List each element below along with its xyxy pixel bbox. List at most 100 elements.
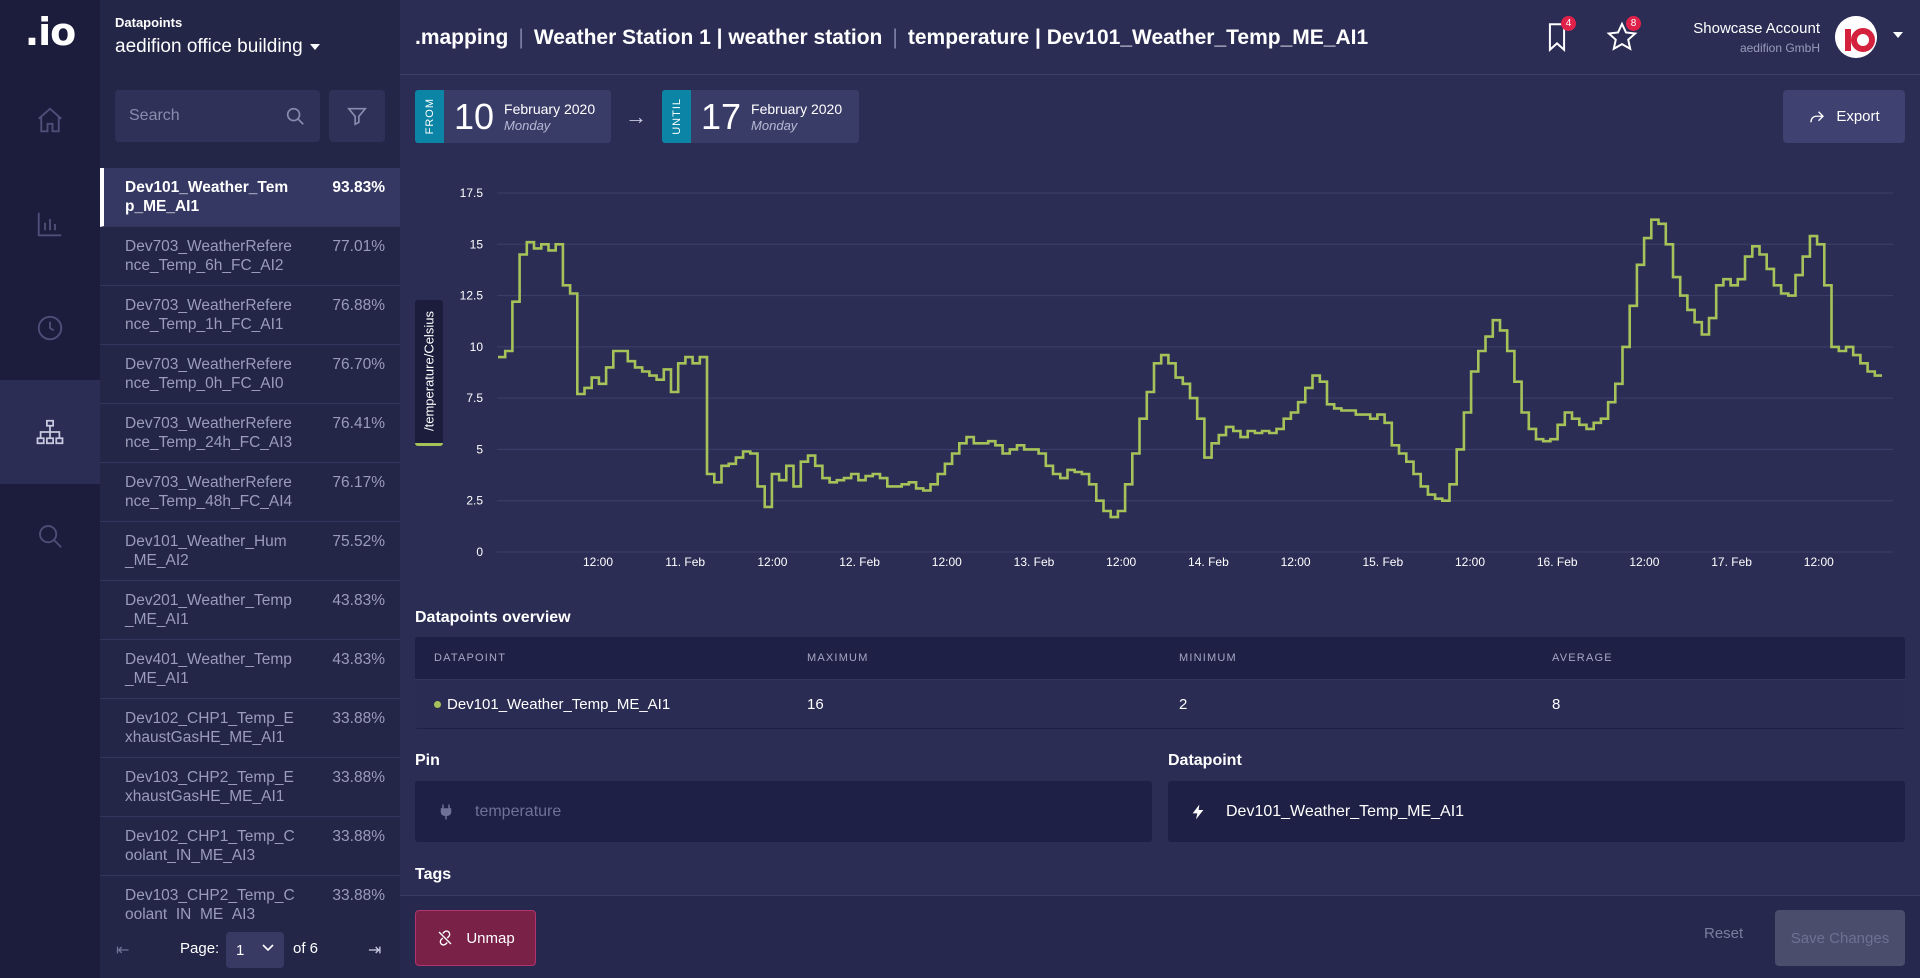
list-item[interactable]: Dev401_Weather_Temp_ME_AI1 43.83% [100,640,400,699]
avatar-logo-icon [1835,16,1877,58]
nav-search[interactable] [0,484,100,588]
datapoint-name: Dev103_CHP2_Temp_Coolant_IN_ME_AI3 [125,887,295,921]
list-item[interactable]: Dev103_CHP2_Temp_ExhaustGasHE_ME_AI1 33.8… [100,758,400,817]
temperature-chart[interactable]: 0 2.5 5 7.5 10 12.5 15 17.5 12:00 11. Feb 12:00 12.… [415,178,1905,578]
breadcrumb-component[interactable]: Weather Station 1 | weather station [534,26,883,50]
until-month: February 2020 [751,100,843,117]
search-icon[interactable] [284,105,306,127]
home-icon [38,107,62,133]
from-month: February 2020 [504,100,596,117]
datapoint-score: 76.41% [332,415,385,432]
clock-icon [37,315,63,341]
list-item[interactable]: Dev703_WeatherReference_Temp_48h_FC_AI4 7… [100,463,400,522]
arrow-right-icon: → [625,104,647,129]
y-axis-label: /temperature/Celsius [415,300,443,446]
first-page-icon[interactable]: ⇤ [116,940,129,960]
unmap-button[interactable]: Unmap [415,910,536,966]
y-tick-label: 17.5 [460,186,484,200]
table-header: DATAPOINT MAXIMUM MINIMUM AVERAGE [415,637,1905,680]
datapoint-label: Datapoint [1168,752,1242,769]
building-selector[interactable]: aedifion office building [115,36,321,58]
list-item[interactable]: Dev703_WeatherReference_Temp_6h_FC_AI2 77… [100,227,400,286]
min-cell: 2 [1179,695,1188,713]
bookmarks-badge: 4 [1561,16,1576,31]
until-date-text: February 2020 Monday [751,101,842,133]
export-button[interactable]: Export [1783,90,1905,143]
datapoint-name: Dev703_WeatherReference_Temp_48h_FC_AI4 [125,474,293,510]
datapoint-panel: Datapoints aedifion office building Dev1… [100,0,400,978]
page-select[interactable]: 1 [226,932,284,968]
y-tick-label: 2.5 [466,494,483,508]
datapoint-score: 33.88% [332,887,385,904]
x-tick-label: 13. Feb [1014,555,1055,569]
breadcrumb-mapping[interactable]: .mapping [415,26,508,50]
plug-icon [440,804,452,819]
list-item[interactable]: Dev102_CHP1_Temp_ExhaustGasHE_ME_AI1 33.8… [100,699,400,758]
bookmarks-button[interactable]: 4 [1540,16,1576,54]
from-date-text: February 2020 Monday [504,101,595,133]
export-label: Export [1836,108,1880,125]
last-page-icon[interactable]: ⇥ [368,940,381,960]
datapoint-name: Dev102_CHP1_Temp_Coolant_IN_ME_AI3 [125,828,295,864]
search-icon [39,525,62,548]
datapoint-name: Dev201_Weather_Temp_ME_AI1 [125,592,292,628]
datapoint-name: Dev101_Weather_Hum_ME_AI2 [125,533,287,569]
datapoint-score: 76.17% [332,474,385,491]
list-item[interactable]: Dev703_WeatherReference_Temp_0h_FC_AI0 76… [100,345,400,404]
list-item[interactable]: Dev101_Weather_Hum_ME_AI2 75.52% [100,522,400,581]
x-tick-label: 11. Feb [665,555,705,569]
nav-home[interactable] [0,68,100,172]
save-changes-button[interactable]: Save Changes [1775,910,1905,966]
datapoint-score: 77.01% [332,238,385,255]
pagination: ⇤ Page: 1 of 6 ⇥ [100,928,400,972]
datapoint-list: Dev101_Weather_Temp_ME_AI1 93.83% Dev703_W… [100,168,400,921]
x-tick-label: 12. Feb [839,555,880,569]
list-item[interactable]: Dev102_CHP1_Temp_Coolant_IN_ME_AI3 33.88% [100,817,400,876]
list-item[interactable]: Dev201_Weather_Temp_ME_AI1 43.83% [100,581,400,640]
app-logo[interactable]: .io [0,10,100,54]
x-tick-label: 12:00 [1281,555,1311,569]
nav-mapping[interactable] [0,380,100,484]
page-header: .mapping | Weather Station 1 | weather s… [400,0,1920,75]
x-tick-label: 17. Feb [1711,555,1752,569]
x-tick-label: 12:00 [1629,555,1659,569]
datapoint-name: Dev101_Weather_Temp_ME_AI1 [125,179,289,215]
share-icon [1810,110,1825,122]
breadcrumb-pin: temperature | Dev101_Weather_Temp_ME_AI1 [907,26,1369,49]
reset-button[interactable]: Reset [1704,925,1743,942]
nav-history[interactable] [0,276,100,380]
y-tick-label: 15 [470,237,484,251]
list-item[interactable]: Dev703_WeatherReference_Temp_24h_FC_AI3 7… [100,404,400,463]
account-org: aedifion GmbH [1739,41,1820,55]
page-total: of 6 [293,940,319,957]
y-tick-label: 12.5 [460,289,484,303]
series-line [498,218,1882,519]
datapoint-score: 76.88% [332,297,385,314]
datapoint-score: 43.83% [332,592,385,609]
unlink-icon [438,930,452,946]
overview-table: DATAPOINT MAXIMUM MINIMUM AVERAGE Dev101… [415,637,1905,729]
x-tick-label: 12:00 [583,555,613,569]
search-input[interactable] [129,107,269,125]
y-axis-label-text: /temperature/Celsius [421,311,437,432]
datapoint-field[interactable]: Dev101_Weather_Temp_ME_AI1 [1168,781,1905,842]
hierarchy-icon [36,419,64,445]
filter-button[interactable] [329,90,385,142]
list-item[interactable]: Dev103_CHP2_Temp_Coolant_IN_ME_AI3 33.88% [100,876,400,921]
avatar[interactable] [1835,16,1877,58]
until-date[interactable]: UNTIL 17 February 2020 Monday [662,90,859,143]
search-box [115,90,320,142]
list-item[interactable]: Dev101_Weather_Temp_ME_AI1 93.83% [100,168,400,227]
datapoint-name: Dev103_CHP2_Temp_ExhaustGasHE_ME_AI1 [125,769,294,805]
from-date[interactable]: FROM 10 February 2020 Monday [415,90,611,143]
datapoint-score: 75.52% [332,533,385,550]
favorites-button[interactable]: 8 [1605,16,1641,54]
x-tick-label: 12:00 [1106,555,1136,569]
list-item[interactable]: Dev703_WeatherReference_Temp_1h_FC_AI1 76… [100,286,400,345]
account-info[interactable]: Showcase Account aedifion GmbH [1693,20,1820,55]
breadcrumb-separator: | [518,26,524,49]
page-current: 1 [236,941,245,959]
pin-field[interactable]: temperature [415,781,1152,842]
caret-down-icon[interactable] [1892,31,1904,39]
nav-charts[interactable] [0,172,100,276]
